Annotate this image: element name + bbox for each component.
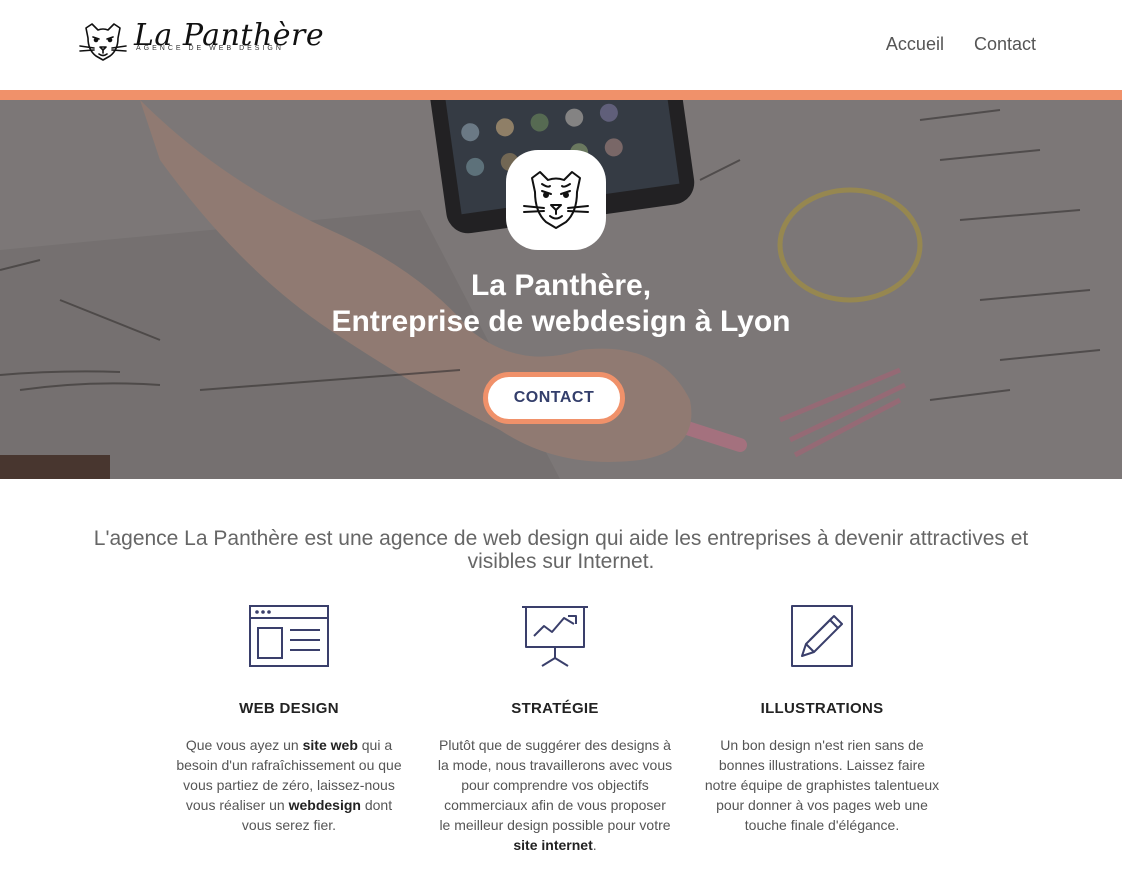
hero-title-line1: La Panthère, [470, 269, 652, 302]
hero-title: La Panthère, Entreprise de webdesign à L… [0, 268, 1122, 340]
presentation-chart-icon [522, 606, 588, 667]
brand-tagline: AGENCE DE WEB DESIGN [136, 45, 284, 52]
service-illustrations: ILLUSTRATIONS Un bon design n'est rien s… [704, 604, 940, 835]
pencil-icon [791, 605, 853, 667]
hero-banner: La Panthère, Entreprise de webdesign à L… [0, 100, 1122, 479]
nav-link-contact[interactable]: Contact [974, 34, 1036, 55]
nav-link-accueil[interactable]: Accueil [886, 34, 944, 55]
browser-window-icon [249, 605, 329, 667]
keyword-highlight: site internet [513, 837, 593, 853]
panther-head-icon [523, 171, 589, 229]
service-title: WEB DESIGN [239, 700, 339, 717]
keyword-highlight: webdesign [288, 797, 361, 813]
hero-logo-badge [506, 150, 606, 250]
intro-text: L'agence La Panthère est une agence de w… [93, 527, 1029, 573]
main-nav: Accueil Contact [886, 34, 1036, 55]
service-description: Plutôt que de suggérer des designs à la … [437, 737, 673, 853]
keyword-highlight: site web [302, 737, 358, 753]
service-strategie: STRATÉGIE Plutôt que de suggérer des des… [437, 604, 673, 855]
panther-logo-icon [79, 23, 127, 61]
accent-divider [0, 90, 1122, 100]
service-title: STRATÉGIE [511, 700, 599, 717]
service-web-design: WEB DESIGN Que vous ayez un site web qui… [171, 604, 407, 835]
service-title: ILLUSTRATIONS [760, 700, 884, 717]
hero-title-line2: Entreprise de webdesign à Lyon [331, 305, 791, 338]
site-header: La Panthère AGENCE DE WEB DESIGN Accueil… [0, 0, 1122, 90]
service-description: Que vous ayez un site web qui a besoin d… [176, 737, 402, 833]
brand-logo[interactable]: La Panthère AGENCE DE WEB DESIGN [78, 18, 324, 64]
service-description: Un bon design n'est rien sans de bonnes … [704, 737, 940, 833]
contact-button[interactable]: CONTACT [483, 372, 625, 424]
